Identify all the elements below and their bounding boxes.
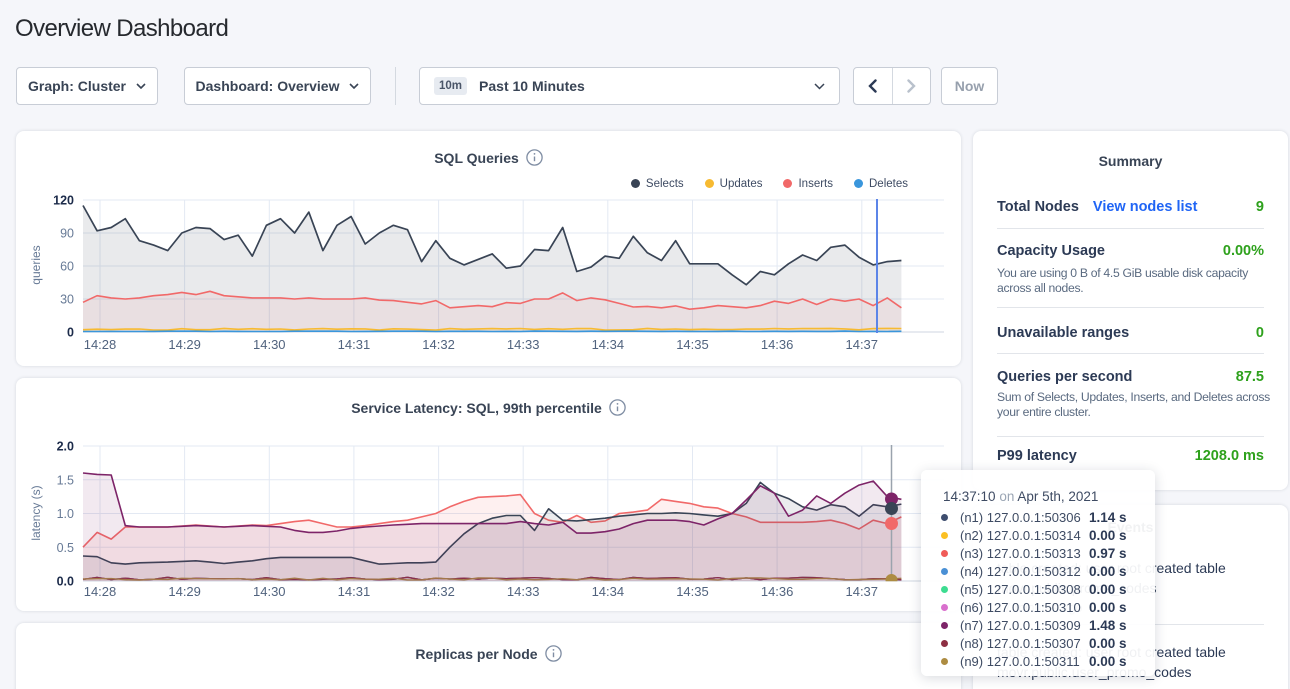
svg-text:14:36: 14:36: [761, 584, 794, 599]
svg-text:14:30: 14:30: [253, 584, 286, 599]
svg-text:14:30: 14:30: [253, 337, 286, 352]
svg-text:14:29: 14:29: [168, 337, 201, 352]
svg-text:14:32: 14:32: [422, 337, 455, 352]
svg-text:14:31: 14:31: [338, 584, 371, 599]
svg-text:14:34: 14:34: [592, 584, 625, 599]
svg-text:14:29: 14:29: [168, 584, 201, 599]
svg-text:14:31: 14:31: [338, 337, 371, 352]
svg-text:30: 30: [60, 293, 74, 307]
svg-text:0: 0: [67, 326, 74, 340]
svg-text:14:36: 14:36: [761, 337, 794, 352]
svg-text:0.5: 0.5: [57, 541, 74, 555]
svg-text:14:32: 14:32: [422, 584, 455, 599]
svg-text:60: 60: [60, 260, 74, 274]
svg-text:14:35: 14:35: [676, 584, 709, 599]
svg-text:14:28: 14:28: [84, 584, 117, 599]
svg-text:1.0: 1.0: [57, 507, 74, 521]
svg-text:14:34: 14:34: [592, 337, 625, 352]
svg-text:14:35: 14:35: [676, 337, 709, 352]
svg-text:14:37: 14:37: [845, 584, 878, 599]
svg-text:14:33: 14:33: [507, 584, 540, 599]
svg-text:14:37: 14:37: [845, 337, 878, 352]
svg-text:120: 120: [53, 194, 74, 208]
svg-text:queries: queries: [29, 245, 43, 284]
svg-text:2.0: 2.0: [57, 440, 74, 454]
svg-text:14:28: 14:28: [84, 337, 117, 352]
svg-text:90: 90: [60, 227, 74, 241]
svg-text:14:33: 14:33: [507, 337, 540, 352]
svg-text:1.5: 1.5: [57, 473, 74, 487]
svg-text:0.0: 0.0: [57, 575, 74, 589]
svg-text:latency (s): latency (s): [29, 485, 43, 540]
